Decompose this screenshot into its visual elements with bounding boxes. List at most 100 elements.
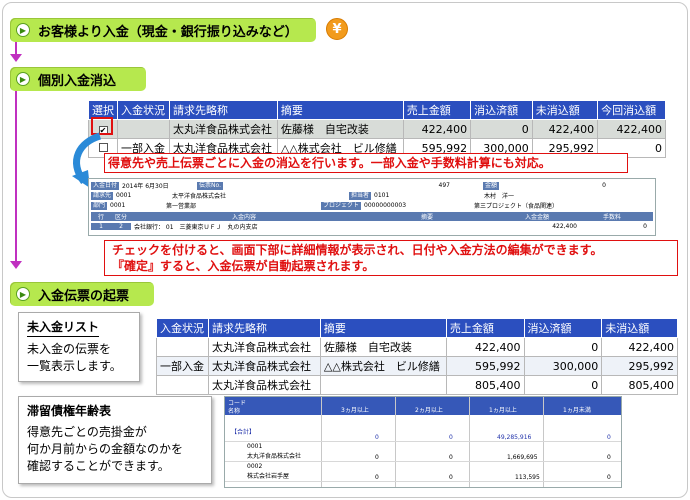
project-name-field: 第三プロジェクト（食品関連） xyxy=(474,203,559,210)
detail-panel: 入金日付 2014年 6月30日 伝票No. 497 金額 0 請求先 0001… xyxy=(88,178,656,236)
field-label: プロジェクト xyxy=(321,201,362,210)
field-label: 金額 xyxy=(482,181,499,190)
detail-grid-row[interactable]: 1 2 会社銀行： 01 三菱東京ＵＦＪ 丸の内支店 422,400 0 xyxy=(91,222,653,231)
kubun-cell: 2 xyxy=(111,223,131,230)
remaining-cell: 805,400 xyxy=(601,375,678,395)
play-icon: ▶ xyxy=(16,23,30,37)
col-header: 1ヵ月未満 xyxy=(563,407,591,414)
table-row[interactable]: 太丸洋食品株式会社 佐藤様 自宅改装 422,400 0 422,400 xyxy=(156,337,678,357)
col-header: 未消込額 xyxy=(601,318,678,338)
col-header: 摘要 xyxy=(319,318,447,338)
field-label: 伝票No. xyxy=(197,181,223,190)
col-header: 行 xyxy=(97,214,104,221)
yen-icon: ¥ xyxy=(326,18,348,40)
value-cell: 0 xyxy=(375,474,379,481)
col-header: 3ヵ月以上 xyxy=(341,407,369,414)
table-row[interactable]: 一部入金 太丸洋食品株式会社 △△株式会社 ビル修繕 595,992 300,0… xyxy=(156,356,678,376)
done-cell: 300,000 xyxy=(523,356,603,376)
dept-code-field[interactable]: 0001 xyxy=(107,202,163,209)
value-cell: 113,595 xyxy=(515,474,540,481)
slip-field[interactable]: 497 xyxy=(223,182,453,189)
memo-cell: △△株式会社 ビル修繕 xyxy=(319,356,447,376)
note1-text: 得意先や売上伝票ごとに入金の消込を行います。一部入金や手数料計算にも対応。 xyxy=(108,156,551,170)
col-header: 名称 xyxy=(228,408,241,415)
table-row[interactable]: 太丸洋食品株式会社 805,400 0 805,400 xyxy=(156,375,678,395)
sales-cell: 805,400 xyxy=(445,375,525,395)
col-header: 請求先略称 xyxy=(168,100,278,120)
field-label: 請求先 xyxy=(91,191,114,200)
amount-cell[interactable]: 422,400 xyxy=(497,223,577,230)
col-header: 今回消込額 xyxy=(597,100,666,120)
field-label: 部門 xyxy=(91,201,108,210)
total-label: 【合計】 xyxy=(231,429,256,436)
down-arrow-icon xyxy=(10,54,22,62)
memo-cell xyxy=(319,375,447,395)
aging-desc: 得意先ごとの売掛金が xyxy=(27,425,147,439)
date-field[interactable]: 2014年 6月30日 xyxy=(119,181,197,190)
detail-grid-header: 行 区分 入金内容 摘要 入金金額 手数料 xyxy=(91,212,653,221)
remaining-cell: 422,400 xyxy=(531,119,599,139)
remaining-cell: 422,400 xyxy=(601,337,678,357)
code-cell: 0001 xyxy=(247,443,263,450)
amount-field[interactable]: 0 xyxy=(499,182,609,189)
value-cell: 0 xyxy=(449,474,453,481)
name-cell: 太丸洋食品株式会社 xyxy=(247,453,302,460)
aging-desc: 何か月前からの金額なのかを xyxy=(27,442,184,456)
aging-title: 滞留債権年齢表 xyxy=(27,404,112,418)
sales-cell: 422,400 xyxy=(445,337,525,357)
col-header: 消込済額 xyxy=(523,318,603,338)
fee-cell[interactable]: 0 xyxy=(577,223,647,230)
unpaid-desc: 未入金の伝票を xyxy=(27,342,112,356)
client-code-field[interactable]: 0001 xyxy=(113,192,169,199)
value-cell: 0 xyxy=(607,474,611,481)
unpaid-title: 未入金リスト xyxy=(27,319,100,337)
project-code-field[interactable]: 00000000003 xyxy=(361,202,471,209)
client-cell: 太丸洋食品株式会社 xyxy=(207,375,321,395)
col-header: 入金金額 xyxy=(524,214,549,221)
aging-desc: 確認することができます。 xyxy=(27,459,170,473)
note2-line2: 『確定』すると、入金伝票が自動起票されます。 xyxy=(112,259,375,273)
done-cell: 0 xyxy=(523,375,603,395)
step2-label: 個別入金消込 xyxy=(38,73,117,89)
content-cell[interactable]: 会社銀行： 01 三菱東京ＵＦＪ 丸の内支店 xyxy=(131,222,357,231)
status-cell: 一部入金 xyxy=(156,356,209,376)
col-header: 1ヵ月以上 xyxy=(489,407,517,414)
connector-line xyxy=(15,91,17,261)
col-header: 2ヵ月以上 xyxy=(415,407,443,414)
kesikomi-table: 選択 入金状況 請求先略称 摘要 売上金額 消込済額 未消込額 今回消込額 ✔ … xyxy=(88,100,666,158)
unpaid-info-box: 未入金リスト 未入金の伝票を 一覧表示します。 xyxy=(18,312,140,382)
step3-label: 入金伝票の起票 xyxy=(38,288,130,304)
step1-banner: ▶ お客様より入金（現金・銀行振り込みなど） xyxy=(10,18,316,42)
col-header: 消込済額 xyxy=(470,100,533,120)
done-cell: 0 xyxy=(523,337,603,357)
remaining-cell: 295,992 xyxy=(601,356,678,376)
field-label: 担当者 xyxy=(349,191,372,200)
value-cell: 0 xyxy=(375,454,379,461)
client-cell: 太丸洋食品株式会社 xyxy=(207,337,321,357)
col-header: 摘要 xyxy=(420,214,433,221)
status-cell xyxy=(156,375,209,395)
col-header: 摘要 xyxy=(276,100,404,120)
step2-banner: ▶ 個別入金消込 xyxy=(10,67,146,91)
client-name-field: 太平洋食品株式会社 xyxy=(172,193,227,200)
value-cell: 1,669,695 xyxy=(507,454,538,461)
current-cell[interactable]: 422,400 xyxy=(597,119,666,139)
aging-table: コード 名称 3ヵ月以上 2ヵ月以上 1ヵ月以上 1ヵ月未満 【合計】 0 0 … xyxy=(224,396,622,488)
step1-label: お客様より入金（現金・銀行振り込みなど） xyxy=(38,24,298,40)
client-cell: 太丸洋食品株式会社 xyxy=(168,119,278,139)
memo-cell: 佐藤様 自宅改装 xyxy=(276,119,404,139)
total-value: 0 xyxy=(375,434,379,441)
client-cell: 太丸洋食品株式会社 xyxy=(207,356,321,376)
down-arrow-icon xyxy=(10,261,22,269)
play-icon: ▶ xyxy=(16,287,30,301)
total-value: 0 xyxy=(607,434,611,441)
step3-banner: ▶ 入金伝票の起票 xyxy=(10,282,154,306)
name-cell: 株式会社岩手屋 xyxy=(247,473,290,480)
status-cell xyxy=(156,337,209,357)
value-cell: 0 xyxy=(607,454,611,461)
staff-name-field: 木村 洋一 xyxy=(484,193,515,200)
field-label: 入金日付 xyxy=(91,181,120,190)
table-row[interactable]: ✔ 太丸洋食品株式会社 佐藤様 自宅改装 422,400 0 422,400 4… xyxy=(88,119,666,139)
staff-code-field[interactable]: 0101 xyxy=(371,192,481,199)
code-cell: 0002 xyxy=(247,463,263,470)
